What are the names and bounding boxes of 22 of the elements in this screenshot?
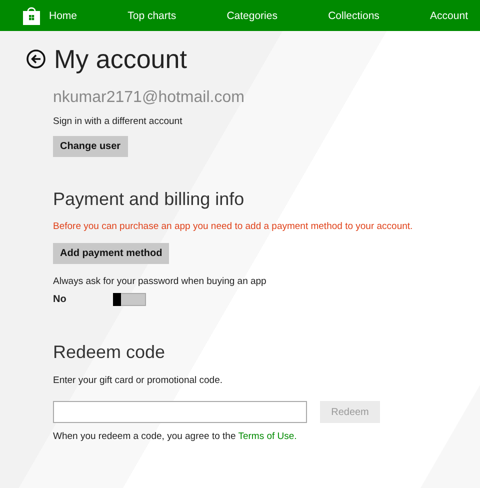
switch-account-hint: Sign in with a different account xyxy=(53,116,184,127)
back-icon[interactable] xyxy=(26,49,46,69)
add-payment-button[interactable]: Add payment method xyxy=(53,243,170,264)
nav-tab[interactable]: Top charts xyxy=(128,8,176,24)
section-heading: Payment and billing info xyxy=(53,189,246,210)
code-input-field[interactable] xyxy=(53,401,307,423)
toggle-state-label: No xyxy=(53,294,68,304)
redeem-hint: Enter your gift card or promotional code. xyxy=(53,375,224,386)
page-title: My account xyxy=(54,44,187,74)
terms-link[interactable]: Terms of Use. xyxy=(238,431,297,442)
account-email: nkumar2171@hotmail.com xyxy=(53,89,246,107)
terms-notice: When you redeem a code, you agree to the Terms of Use. xyxy=(53,431,298,442)
section-heading: Redeem code xyxy=(53,342,166,363)
nav-tab[interactable]: Collections xyxy=(328,8,380,24)
password-toggle[interactable] xyxy=(113,292,146,306)
store-bag-icon[interactable] xyxy=(22,6,41,26)
payment-warning: Before you can purchase an app you need to add a payment method to your account. xyxy=(53,221,414,232)
nav-tab[interactable]: Account xyxy=(430,8,468,24)
nav-tab[interactable]: Categories xyxy=(226,8,278,24)
password-setting-label: Always ask for your password when buying an app xyxy=(53,276,268,287)
nav-tab[interactable]: Home xyxy=(49,8,78,24)
change-user-button[interactable]: Change user xyxy=(53,136,128,157)
